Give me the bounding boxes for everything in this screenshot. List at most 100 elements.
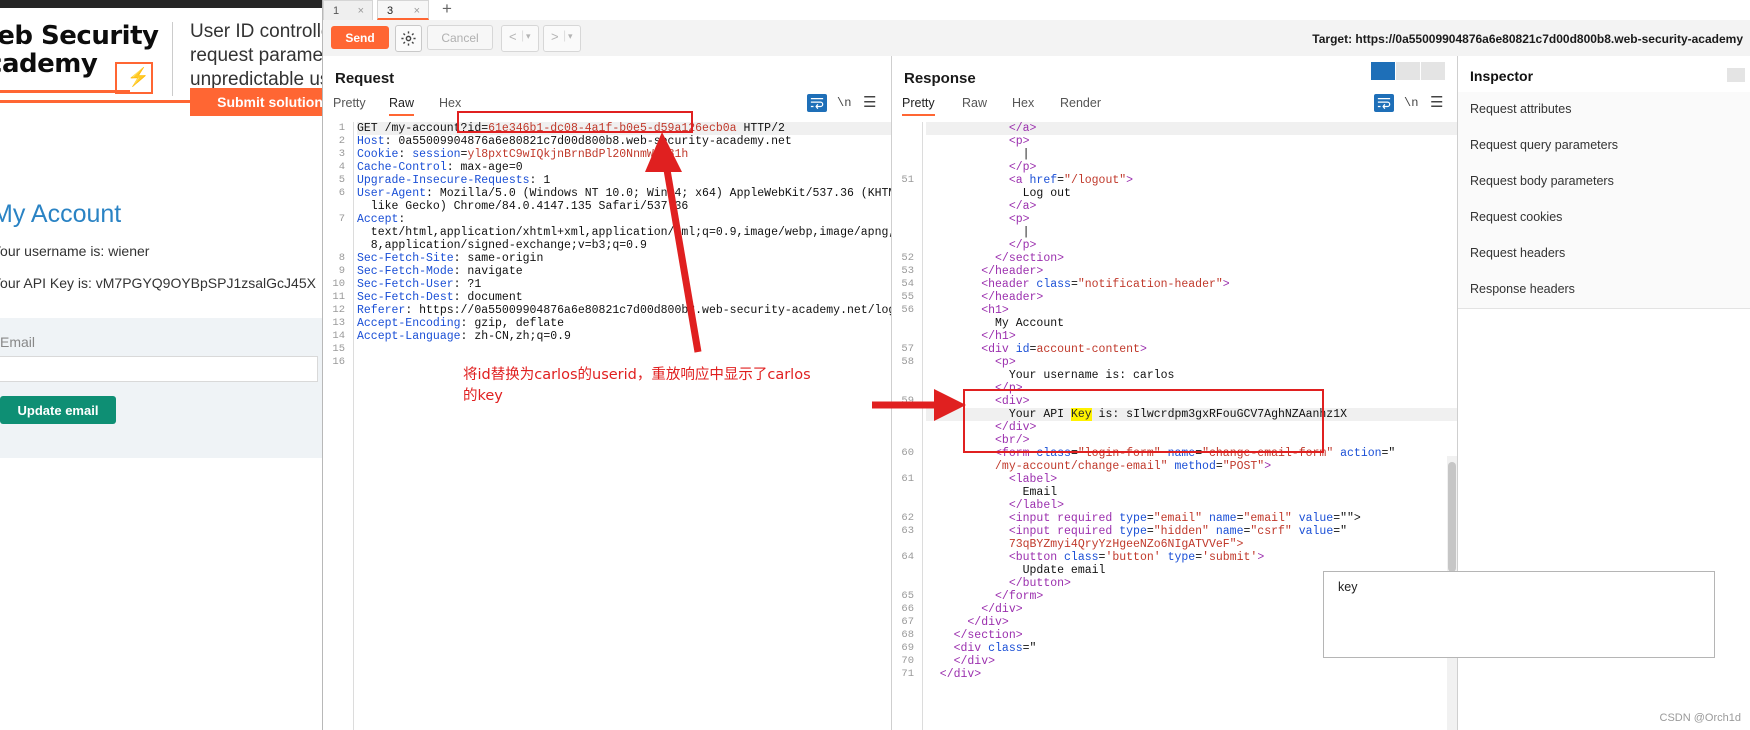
code-line[interactable]: /my-account/change-email" method="POST"> xyxy=(926,460,1457,473)
code-line[interactable]: Sec-Fetch-Site: same-origin xyxy=(357,252,891,265)
word-wrap-icon[interactable] xyxy=(807,94,827,112)
pane-layout-toggle xyxy=(1371,62,1445,80)
code-line[interactable]: Your API Key is: sIlwcrdpm3gxRFouGCV7Agh… xyxy=(926,408,1457,421)
code-line[interactable]: <input required type="hidden" name="csrf… xyxy=(926,525,1457,538)
code-token: > xyxy=(1264,460,1272,473)
code-line[interactable]: <button class='button' type='submit'> xyxy=(926,551,1457,564)
code-line[interactable]: </div> xyxy=(926,668,1457,681)
code-line[interactable]: Email xyxy=(926,486,1457,499)
inspector-row-request-query-parameters[interactable]: Request query parameters xyxy=(1458,128,1750,165)
code-line[interactable]: Cookie: session=yl8pxtC9wIQkjnBrnBdPl20N… xyxy=(357,148,891,161)
code-line[interactable]: <div> xyxy=(926,395,1457,408)
line-number xyxy=(892,135,918,148)
close-icon[interactable]: × xyxy=(358,1,364,21)
code-line[interactable]: <input required type="email" name="email… xyxy=(926,512,1457,525)
close-icon[interactable]: × xyxy=(414,1,420,21)
send-button[interactable]: Send xyxy=(331,26,389,49)
code-line[interactable]: </p> xyxy=(926,382,1457,395)
code-line[interactable]: </div> xyxy=(926,421,1457,434)
submit-solution-button[interactable]: Submit solution xyxy=(190,88,322,116)
code-line[interactable] xyxy=(357,356,891,369)
tab-request-pretty[interactable]: Pretty xyxy=(333,96,366,114)
inspector-row-request-body-parameters[interactable]: Request body parameters xyxy=(1458,164,1750,201)
line-number: 70 xyxy=(901,655,914,667)
code-line[interactable] xyxy=(357,343,891,356)
newline-icon[interactable]: \n xyxy=(1404,96,1418,110)
code-line[interactable]: <br/> xyxy=(926,434,1457,447)
code-line[interactable]: Upgrade-Insecure-Requests: 1 xyxy=(357,174,891,187)
request-raw-text[interactable]: GET /my-account?id=61e346b1-dc08-4a1f-b0… xyxy=(357,122,891,730)
code-line[interactable]: <p> xyxy=(926,135,1457,148)
code-line[interactable]: <p> xyxy=(926,213,1457,226)
collapse-inspector-icon[interactable] xyxy=(1727,68,1745,82)
code-line[interactable]: <form class="login-form" name="change-em… xyxy=(926,447,1457,460)
next-request-button[interactable]: > | ▾ xyxy=(543,25,581,52)
tab-response-render[interactable]: Render xyxy=(1060,96,1101,114)
code-line[interactable]: </p> xyxy=(926,161,1457,174)
code-line[interactable]: <label> xyxy=(926,473,1457,486)
code-line[interactable]: Sec-Fetch-Mode: navigate xyxy=(357,265,891,278)
code-line[interactable]: Log out xyxy=(926,187,1457,200)
code-line[interactable]: text/html,application/xhtml+xml,applicat… xyxy=(357,226,891,239)
code-line[interactable]: </p> xyxy=(926,239,1457,252)
code-line[interactable]: Accept-Encoding: gzip, deflate xyxy=(357,317,891,330)
layout-split-horizontal-icon[interactable] xyxy=(1396,62,1420,80)
code-line[interactable]: <h1> xyxy=(926,304,1457,317)
code-line[interactable]: </h1> xyxy=(926,330,1457,343)
code-line[interactable]: </header> xyxy=(926,265,1457,278)
code-line[interactable]: </label> xyxy=(926,499,1457,512)
code-line[interactable]: User-Agent: Mozilla/5.0 (Windows NT 10.0… xyxy=(357,187,891,200)
code-line[interactable]: Sec-Fetch-Dest: document xyxy=(357,291,891,304)
code-line[interactable]: | xyxy=(926,148,1457,161)
previous-request-button[interactable]: < | ▾ xyxy=(501,25,539,52)
code-line[interactable]: Cache-Control: max-age=0 xyxy=(357,161,891,174)
menu-icon[interactable]: ☰ xyxy=(863,94,876,112)
code-line[interactable]: <p> xyxy=(926,356,1457,369)
tab-response-raw[interactable]: Raw xyxy=(962,96,987,114)
code-line[interactable]: </section> xyxy=(926,252,1457,265)
code-token: 73qBYZmyi4QryYzHgeeNZo6NIgATVVeF"> xyxy=(926,538,1244,551)
code-token: name xyxy=(1202,512,1237,525)
code-line[interactable]: </a> xyxy=(926,122,1457,135)
code-line[interactable]: My Account xyxy=(926,317,1457,330)
code-line[interactable]: 73qBYZmyi4QryYzHgeeNZo6NIgATVVeF"> xyxy=(926,538,1457,551)
code-line[interactable]: Referer: https://0a55009904876a6e80821c7… xyxy=(357,304,891,317)
layout-single-pane-icon[interactable] xyxy=(1421,62,1445,80)
tab-request-hex[interactable]: Hex xyxy=(439,96,461,114)
tab-response-hex[interactable]: Hex xyxy=(1012,96,1034,114)
email-field[interactable] xyxy=(0,356,318,382)
code-line[interactable]: Host: 0a55009904876a6e80821c7d00d800b8.w… xyxy=(357,135,891,148)
inspector-row-response-headers[interactable]: Response headers xyxy=(1458,272,1750,309)
inspector-row-request-cookies[interactable]: Request cookies xyxy=(1458,200,1750,237)
request-editor[interactable]: 1 2 3 4 5 6 7 8 9 10 11 12 13 14 15 16 GET /my-account?… xyxy=(323,122,891,730)
menu-icon[interactable]: ☰ xyxy=(1430,94,1443,112)
cancel-button[interactable]: Cancel xyxy=(427,25,493,50)
code-line[interactable]: Sec-Fetch-User: ?1 xyxy=(357,278,891,291)
line-number: 13 xyxy=(332,317,345,329)
tab-response-pretty[interactable]: Pretty xyxy=(902,96,935,116)
code-line[interactable]: Accept-Language: zh-CN,zh;q=0.9 xyxy=(357,330,891,343)
code-line[interactable]: Your username is: carlos xyxy=(926,369,1457,382)
code-line[interactable]: | xyxy=(926,226,1457,239)
code-line[interactable]: </header> xyxy=(926,291,1457,304)
code-line[interactable]: 8,application/signed-exchange;v=b3;q=0.9 xyxy=(357,239,891,252)
inspector-row-request-headers[interactable]: Request headers xyxy=(1458,236,1750,273)
line-number: 65 xyxy=(901,590,914,602)
update-email-button[interactable]: Update email xyxy=(0,396,116,424)
code-line[interactable]: <header class="notification-header"> xyxy=(926,278,1457,291)
tab-request-raw[interactable]: Raw xyxy=(389,96,415,116)
gear-icon[interactable] xyxy=(395,25,422,52)
newline-icon[interactable]: \n xyxy=(837,96,851,110)
code-line[interactable]: like Gecko) Chrome/84.0.4147.135 Safari/… xyxy=(357,200,891,213)
code-line[interactable]: </a> xyxy=(926,200,1457,213)
code-line[interactable]: <div id=account-content> xyxy=(926,343,1457,356)
code-line[interactable]: <a href="/logout"> xyxy=(926,174,1457,187)
word-wrap-icon[interactable] xyxy=(1374,94,1394,112)
layout-split-vertical-icon[interactable] xyxy=(1371,62,1395,80)
repeater-tab-1[interactable]: 1 × xyxy=(323,0,373,20)
inspector-row-request-attributes[interactable]: Request attributes xyxy=(1458,92,1750,129)
code-line[interactable]: GET /my-account?id=61e346b1-dc08-4a1f-b0… xyxy=(357,122,891,135)
code-line[interactable]: Accept: xyxy=(357,213,891,226)
repeater-tab-3[interactable]: 3 × xyxy=(377,0,429,20)
new-tab-button[interactable]: + xyxy=(433,0,461,20)
